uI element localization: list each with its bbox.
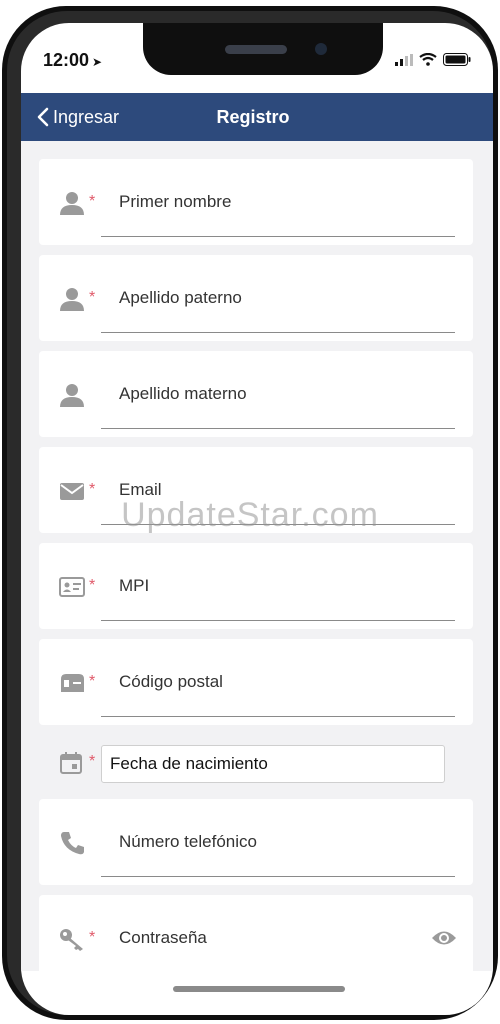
field-label: Apellido materno [119, 384, 247, 403]
wifi-icon [419, 53, 437, 66]
notch [143, 23, 383, 75]
field-label: Primer nombre [119, 192, 232, 211]
person-icon [60, 192, 84, 215]
postal-code-field[interactable]: * Código postal [39, 639, 473, 725]
status-time: 12:00 ➤ [43, 50, 102, 71]
phone-icon [61, 832, 84, 855]
birth-date-row: * Fecha de nacimiento [39, 735, 473, 791]
first-name-field[interactable]: * Primer nombre [39, 159, 473, 245]
password-field[interactable]: * Contraseña [39, 895, 473, 971]
id-card-icon [59, 577, 85, 597]
field-label: Código postal [119, 672, 223, 691]
page-title: Registro [216, 107, 290, 127]
field-underline [101, 332, 455, 333]
person-icon [60, 384, 84, 407]
status-icons [395, 53, 471, 66]
maternal-surname-field[interactable]: Apellido materno [39, 351, 473, 437]
field-underline [101, 620, 455, 621]
field-underline [101, 428, 455, 429]
field-label: Número telefónico [119, 832, 257, 851]
navbar: Ingresar Registro [21, 93, 493, 141]
required-marker: * [89, 289, 96, 306]
birth-date-input[interactable]: Fecha de nacimiento [101, 745, 445, 783]
field-label: MPI [119, 576, 150, 595]
mpi-field[interactable]: * MPI [39, 543, 473, 629]
key-icon [60, 929, 83, 951]
field-label: Apellido paterno [119, 288, 242, 307]
battery-icon [443, 53, 471, 66]
field-underline [101, 716, 455, 717]
camera [315, 43, 327, 55]
signal-icon [395, 53, 413, 66]
registration-form: * Primer nombre * Apellido paterno Apell… [21, 141, 493, 971]
phone-number-field[interactable]: Número telefónico [39, 799, 473, 885]
calendar-icon [60, 752, 82, 774]
person-icon [60, 288, 84, 311]
field-underline [101, 876, 455, 877]
required-marker: * [89, 577, 96, 594]
field-label: Contraseña [119, 928, 207, 947]
eye-icon[interactable] [431, 929, 457, 947]
required-marker: * [89, 673, 96, 690]
required-marker: * [89, 929, 96, 946]
mailbox-icon [61, 674, 84, 692]
field-underline [101, 236, 455, 237]
paternal-surname-field[interactable]: * Apellido paterno [39, 255, 473, 341]
speaker [225, 45, 287, 54]
status-time-text: 12:00 [43, 50, 90, 70]
watermark: UpdateStar.com [121, 496, 379, 534]
location-arrow-icon: ➤ [92, 55, 103, 69]
required-marker: * [89, 193, 96, 210]
required-marker: * [89, 753, 96, 770]
home-indicator[interactable] [173, 986, 345, 992]
